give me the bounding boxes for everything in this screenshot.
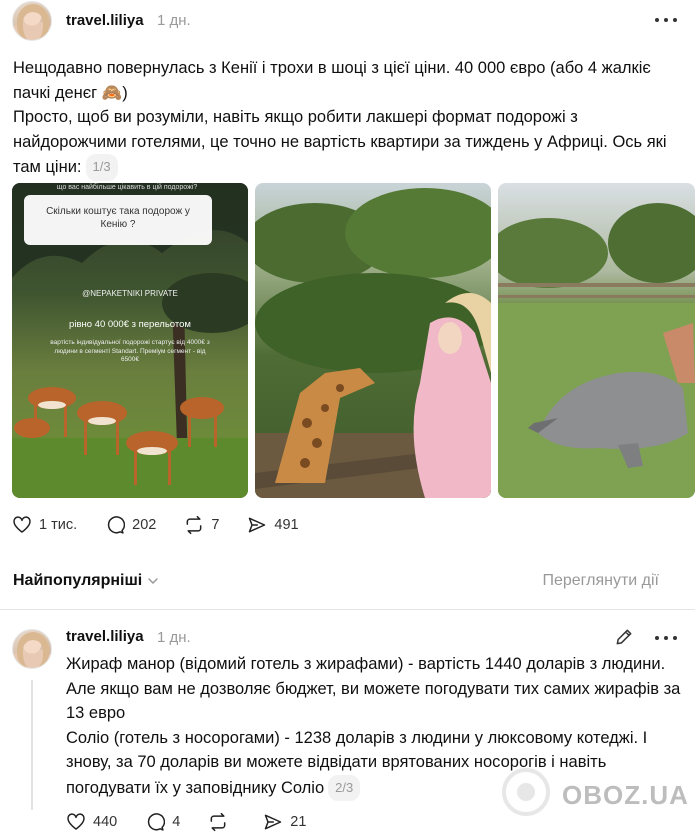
pager-badge: 2/3	[328, 774, 361, 801]
sort-dropdown[interactable]: Найпопулярніші	[13, 572, 142, 590]
share-count: 491	[274, 517, 299, 533]
reply-share-button[interactable]: 21	[263, 812, 306, 832]
view-activity-link[interactable]: Переглянути дії	[542, 572, 659, 590]
reply-avatar[interactable]	[12, 629, 52, 669]
gallery-image-impalas[interactable]: що вас найбільше цікавить в цій подорожі…	[12, 183, 248, 498]
post-paragraph: Нещодавно повернулась з Кенії і трохи в …	[13, 59, 651, 102]
post-actions: 1 тис. 202 7 491	[12, 515, 327, 535]
giraffe-scene-illustration	[255, 188, 491, 498]
reply-paragraph: Жираф манор (відомий готель з жирафами) …	[66, 655, 681, 722]
send-icon	[249, 517, 266, 533]
post-paragraph: Просто, щоб ви розуміли, навіть якщо роб…	[13, 105, 683, 181]
replies-sort-bar: Найпопулярніші Переглянути дії	[0, 562, 695, 610]
chevron-down-icon[interactable]	[147, 576, 159, 586]
pager-badge: 1/3	[85, 154, 118, 181]
story-question: Скільки коштує така подорож у Кенію ?	[46, 206, 190, 230]
watermark-text: OBOZ.UA	[562, 780, 689, 810]
reply-comment-button[interactable]: 4	[145, 812, 180, 832]
story-brand: @NEPAKETNIKI PRIVATE	[82, 289, 178, 298]
comment-icon	[107, 516, 126, 534]
post-time: 1 дн.	[157, 12, 191, 29]
like-button[interactable]: 1 тис.	[12, 515, 77, 535]
edit-pencil-icon[interactable]	[614, 627, 634, 647]
share-button[interactable]: 491	[247, 515, 299, 535]
reply-comment-count: 4	[172, 814, 181, 830]
more-icon[interactable]	[655, 17, 677, 23]
reply-like-button[interactable]: 440	[66, 812, 117, 832]
story-question-top: що вас найбільше цікавить в цій подорожі…	[56, 184, 198, 191]
post-username[interactable]: travel.liliya	[66, 12, 144, 29]
comment-button[interactable]: 202	[105, 515, 156, 535]
reply-like-count: 440	[93, 814, 118, 830]
repost-button[interactable]: 7	[184, 515, 219, 535]
thread-line	[31, 680, 33, 810]
repost-count: 7	[211, 517, 220, 533]
reply-share-count: 21	[290, 814, 307, 830]
heart-icon	[13, 516, 31, 533]
gallery-image-rhino[interactable]	[498, 183, 695, 498]
avatar[interactable]	[12, 1, 52, 41]
reply-actions: 440 4 21	[66, 812, 334, 832]
reply-more-icon[interactable]	[655, 635, 677, 641]
story-details: вартість індивідуальної подорожі стартує…	[50, 339, 210, 363]
repost-icon	[210, 812, 226, 832]
heart-icon	[67, 813, 85, 830]
comment-count: 202	[132, 517, 157, 533]
rhino-scene-illustration	[498, 203, 695, 498]
reply-username[interactable]: travel.liliya	[66, 628, 144, 645]
repost-icon	[186, 515, 202, 535]
gallery-image-giraffe[interactable]	[255, 183, 491, 498]
send-icon	[265, 814, 282, 830]
story-price: рівно 40 000€ з перельотом	[69, 319, 191, 330]
image-gallery[interactable]: що вас найбільше цікавить в цій подорожі…	[12, 183, 695, 498]
comment-icon	[148, 813, 166, 831]
like-count: 1 тис.	[39, 517, 78, 533]
reply-time: 1 дн.	[157, 629, 191, 646]
reply-repost-button[interactable]	[208, 812, 235, 832]
post-text: Нещодавно повернулась з Кенії і трохи в …	[13, 56, 683, 181]
